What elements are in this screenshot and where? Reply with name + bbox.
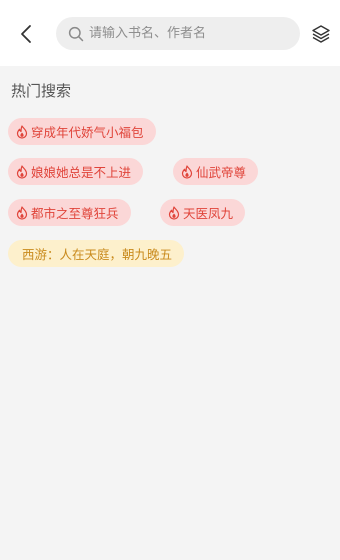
fire-icon bbox=[167, 205, 182, 220]
hot-search-tag[interactable]: 都市之至尊狂兵 bbox=[8, 199, 131, 226]
fire-icon bbox=[15, 205, 30, 220]
search-icon bbox=[68, 25, 86, 43]
tag-label: 西游：人在天庭，朝九晚五 bbox=[22, 247, 173, 262]
fire-icon bbox=[15, 164, 30, 179]
tag-label: 都市之至尊狂兵 bbox=[31, 206, 119, 221]
tag-label: 仙武帝尊 bbox=[196, 165, 247, 180]
hot-search-tag[interactable]: 穿成年代娇气小福包 bbox=[8, 118, 156, 145]
top-bar bbox=[0, 0, 340, 66]
tag-label: 穿成年代娇气小福包 bbox=[31, 125, 144, 140]
tag-label: 娘娘她总是不上进 bbox=[31, 165, 132, 180]
fire-icon bbox=[15, 124, 30, 139]
hot-search-title: 热门搜索 bbox=[11, 82, 72, 100]
hot-search-tag[interactable]: 西游：人在天庭，朝九晚五 bbox=[8, 240, 185, 267]
layers-button[interactable] bbox=[309, 22, 333, 46]
hot-search-tag[interactable]: 娘娘她总是不上进 bbox=[8, 158, 144, 185]
back-button[interactable] bbox=[12, 20, 40, 48]
chevron-left-icon bbox=[21, 25, 31, 43]
tag-label: 天医凤九 bbox=[183, 206, 234, 221]
search-bar[interactable] bbox=[56, 17, 300, 50]
fire-icon bbox=[180, 164, 195, 179]
hot-search-tag[interactable]: 仙武帝尊 bbox=[173, 158, 259, 185]
layers-icon bbox=[312, 25, 330, 43]
hot-search-tag[interactable]: 天医凤九 bbox=[160, 199, 246, 226]
search-input[interactable] bbox=[89, 26, 289, 41]
